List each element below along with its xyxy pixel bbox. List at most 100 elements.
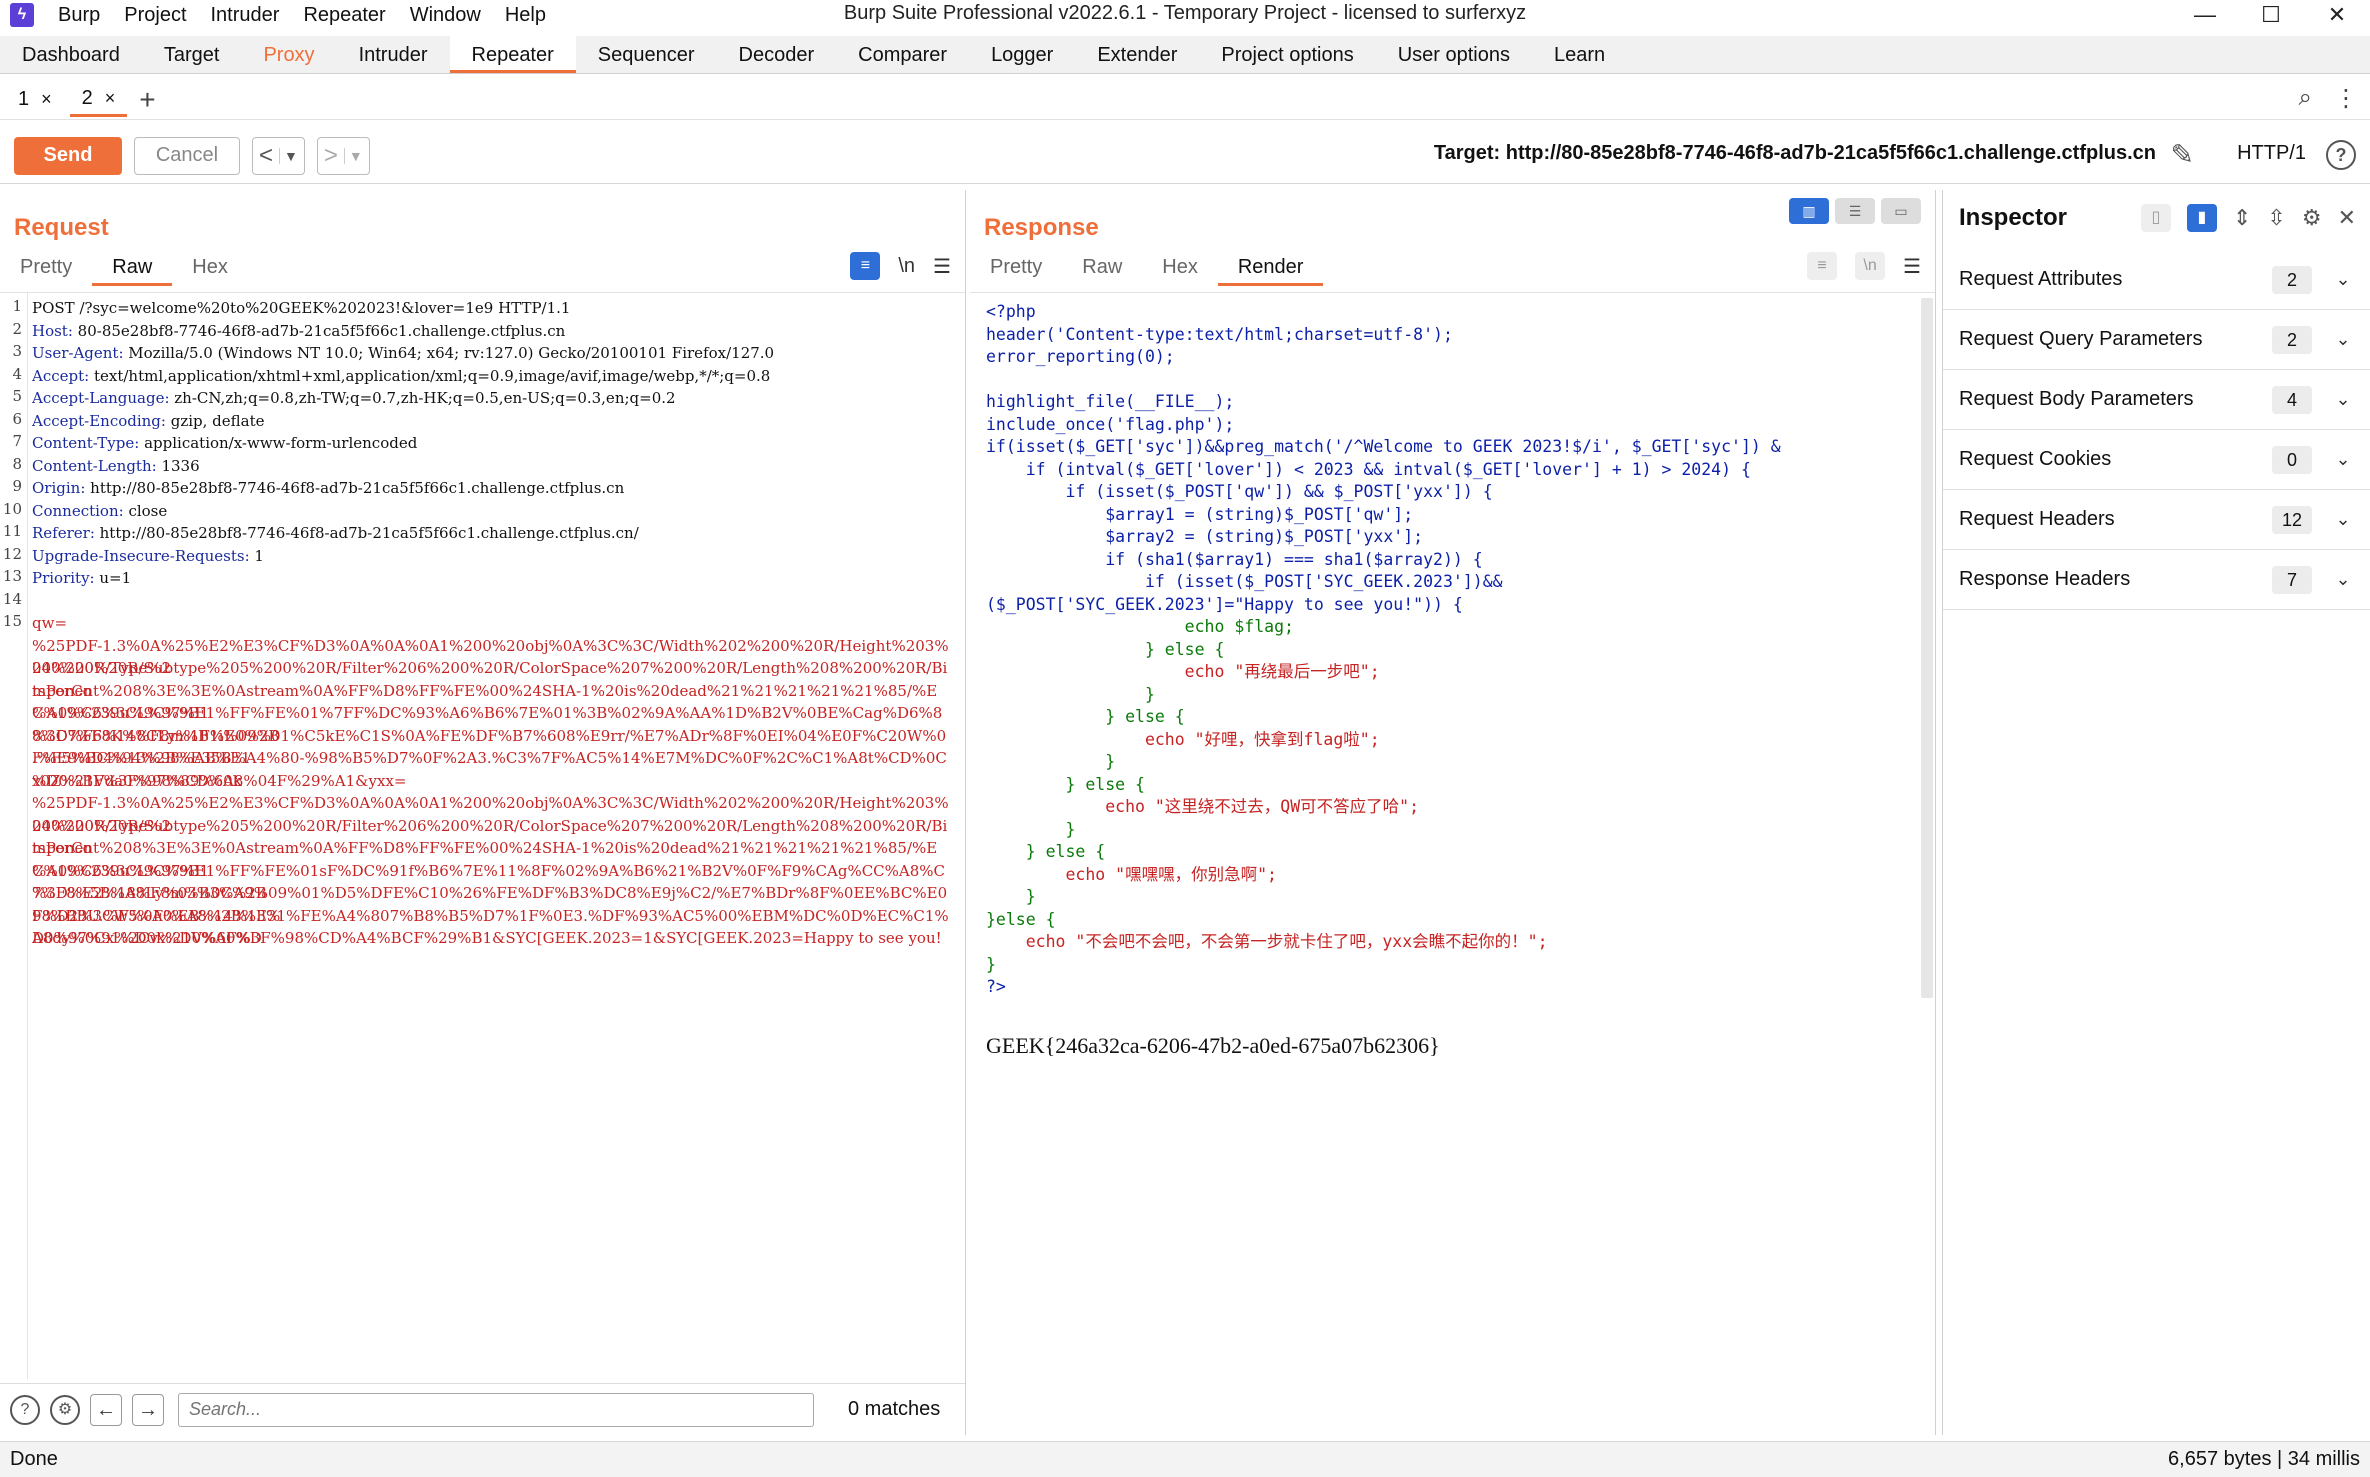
tab-learn[interactable]: Learn <box>1532 36 1627 73</box>
tab-project-options[interactable]: Project options <box>1199 36 1375 73</box>
show-newlines-icon: \n <box>1855 252 1886 280</box>
inspector-section-request-headers[interactable]: Request Headers 12 ⌄ <box>1943 490 2370 550</box>
menu-help[interactable]: Help <box>493 4 558 27</box>
hamburger-menu-icon[interactable]: ☰ <box>1903 254 1921 279</box>
gear-icon[interactable]: ⚙ <box>50 1394 80 1425</box>
request-body-line: D0%97%91%D0k%D0%AF%3F%98%CD%A4%BCF%29%B1… <box>32 929 942 947</box>
tab-intruder[interactable]: Intruder <box>337 36 450 73</box>
tab-sequencer[interactable]: Sequencer <box>576 36 717 73</box>
line-number: 4 <box>12 364 22 383</box>
history-back-button[interactable]: < ▼ <box>252 136 305 175</box>
menu-window[interactable]: Window <box>398 4 493 27</box>
chevron-down-icon[interactable]: ⌄ <box>2328 569 2358 590</box>
help-icon[interactable]: ? <box>10 1394 40 1425</box>
tab-user-options[interactable]: User options <box>1376 36 1532 73</box>
http-version-selector[interactable]: HTTP/1 <box>2237 142 2306 165</box>
inspector-section-cookies[interactable]: Request Cookies 0 ⌄ <box>1943 430 2370 490</box>
vertical-scrollbar[interactable] <box>1921 298 1933 998</box>
close-icon[interactable]: ✕ <box>2338 205 2356 231</box>
response-tab-render[interactable]: Render <box>1217 250 1324 286</box>
request-tab-hex[interactable]: Hex <box>172 250 248 286</box>
more-options-icon[interactable]: ⋮ <box>2334 84 2358 113</box>
tab-decoder[interactable]: Decoder <box>717 36 837 73</box>
php-source-line: echo "这里绕不过去，QW可不答应了哈"; <box>986 797 1420 816</box>
history-forward-button[interactable]: > ▼ <box>316 136 370 175</box>
inspector-layout-right-icon[interactable]: ▮ <box>2186 204 2217 232</box>
tab-dashboard[interactable]: Dashboard <box>0 36 142 73</box>
chevron-down-icon[interactable]: ⌄ <box>2328 449 2358 470</box>
inspector-section-response-headers[interactable]: Response Headers 7 ⌄ <box>1943 550 2370 610</box>
dropdown-icon[interactable]: ▼ <box>343 147 363 164</box>
inspector-section-request-attributes[interactable]: Request Attributes 2 ⌄ <box>1943 250 2370 310</box>
inspector-layout-left-icon[interactable]: ▯ <box>2140 204 2171 232</box>
section-label: Request Cookies <box>1959 448 2112 470</box>
php-source-line: } <box>986 684 1155 704</box>
minimize-icon[interactable]: — <box>2172 0 2238 30</box>
menu-repeater[interactable]: Repeater <box>291 4 397 27</box>
request-editor[interactable]: 1 POST /?syc=welcome%20to%20GEEK%202023!&… <box>0 292 965 1379</box>
add-tab-icon[interactable]: + <box>139 84 155 116</box>
arrow-left-icon[interactable]: ← <box>90 1393 122 1426</box>
response-tab-raw[interactable]: Raw <box>1062 250 1142 286</box>
request-body-line: qw= <box>32 614 68 632</box>
search-icon[interactable]: ⌕ <box>2299 84 2312 113</box>
close-tab-icon[interactable]: × <box>105 88 116 109</box>
tab-comparer[interactable]: Comparer <box>836 36 969 73</box>
dropdown-icon[interactable]: ▼ <box>279 147 298 164</box>
tab-repeater[interactable]: Repeater <box>449 36 576 73</box>
php-source-line: header('Content-type:text/html;charset=u… <box>986 324 1453 344</box>
word-wrap-icon[interactable]: ≡ <box>850 252 881 280</box>
menu-intruder[interactable]: Intruder <box>199 4 292 27</box>
response-tab-pretty[interactable]: Pretty <box>970 250 1062 286</box>
chevron-down-icon[interactable]: ⌄ <box>2328 269 2358 290</box>
line-number: 9 <box>12 477 22 495</box>
inspector-section-body-params[interactable]: Request Body Parameters 4 ⌄ <box>1943 370 2370 430</box>
tabbed-layout-icon[interactable]: ▭ <box>1881 198 1921 224</box>
php-source-line: if(isset($_GET['syc'])&&preg_match('/^We… <box>986 437 1781 456</box>
line-number: 8 <box>12 454 22 473</box>
search-input[interactable] <box>178 1392 814 1427</box>
split-horizontal-icon[interactable]: ▥ <box>1789 198 1829 224</box>
menu-burp[interactable]: Burp <box>46 4 112 27</box>
php-source-line: } <box>986 819 1076 839</box>
hamburger-menu-icon[interactable]: ☰ <box>933 254 951 279</box>
repeater-toolbar: Send Cancel < ▼ > ▼ Target: http://80-85… <box>0 128 2370 184</box>
layout-toggle: ▥ ☰ ▭ <box>1789 198 1921 224</box>
show-newlines-icon[interactable]: \n <box>898 255 915 278</box>
main-tabs: Dashboard Target Proxy Intruder Repeater… <box>0 36 2370 74</box>
tab-target[interactable]: Target <box>142 36 242 73</box>
send-button[interactable]: Send <box>14 136 122 175</box>
header-value: 1336 <box>156 456 200 475</box>
request-line: Upgrade-Insecure-Requests: 1 <box>32 545 949 568</box>
inspector-section-query-params[interactable]: Request Query Parameters 2 ⌄ <box>1943 310 2370 370</box>
tab-logger[interactable]: Logger <box>969 36 1075 73</box>
repeater-tab-1[interactable]: 1 × <box>6 83 64 117</box>
status-bar: Done 6,657 bytes | 34 millis <box>0 1441 2370 1477</box>
chevron-down-icon[interactable]: ⌄ <box>2328 509 2358 530</box>
edit-target-icon[interactable]: ✎ <box>2171 138 2194 171</box>
request-tab-raw[interactable]: Raw <box>92 250 173 286</box>
cancel-button[interactable]: Cancel <box>134 136 240 175</box>
request-panel: Request Pretty Raw Hex ≡ \n ☰ 1 POST /?sy… <box>0 190 966 1435</box>
chevron-down-icon[interactable]: ⌄ <box>2328 329 2358 350</box>
section-label: Request Attributes <box>1959 268 2123 290</box>
expand-all-icon[interactable]: ⇕ <box>2233 205 2251 231</box>
line-number: 15 <box>2 612 22 630</box>
tab-proxy[interactable]: Proxy <box>241 36 336 73</box>
request-tab-pretty[interactable]: Pretty <box>0 250 92 286</box>
maximize-icon[interactable]: ☐ <box>2238 0 2304 30</box>
help-icon[interactable]: ? <box>2326 140 2356 170</box>
repeater-tab-2[interactable]: 2 × <box>69 83 128 117</box>
arrow-right-icon[interactable]: → <box>132 1393 164 1426</box>
gear-icon[interactable]: ⚙ <box>2302 205 2322 231</box>
collapse-all-icon[interactable]: ⇳ <box>2267 205 2285 231</box>
tab-extender[interactable]: Extender <box>1075 36 1199 73</box>
menu-project[interactable]: Project <box>112 4 198 27</box>
close-window-icon[interactable]: ✕ <box>2304 0 2370 30</box>
split-vertical-icon[interactable]: ☰ <box>1835 198 1875 224</box>
response-render-view[interactable]: <?php header('Content-type:text/html;char… <box>970 292 1935 1435</box>
word-wrap-icon: ≡ <box>1807 252 1838 280</box>
chevron-down-icon[interactable]: ⌄ <box>2328 389 2358 410</box>
response-tab-hex[interactable]: Hex <box>1142 250 1218 286</box>
close-tab-icon[interactable]: × <box>41 89 52 110</box>
